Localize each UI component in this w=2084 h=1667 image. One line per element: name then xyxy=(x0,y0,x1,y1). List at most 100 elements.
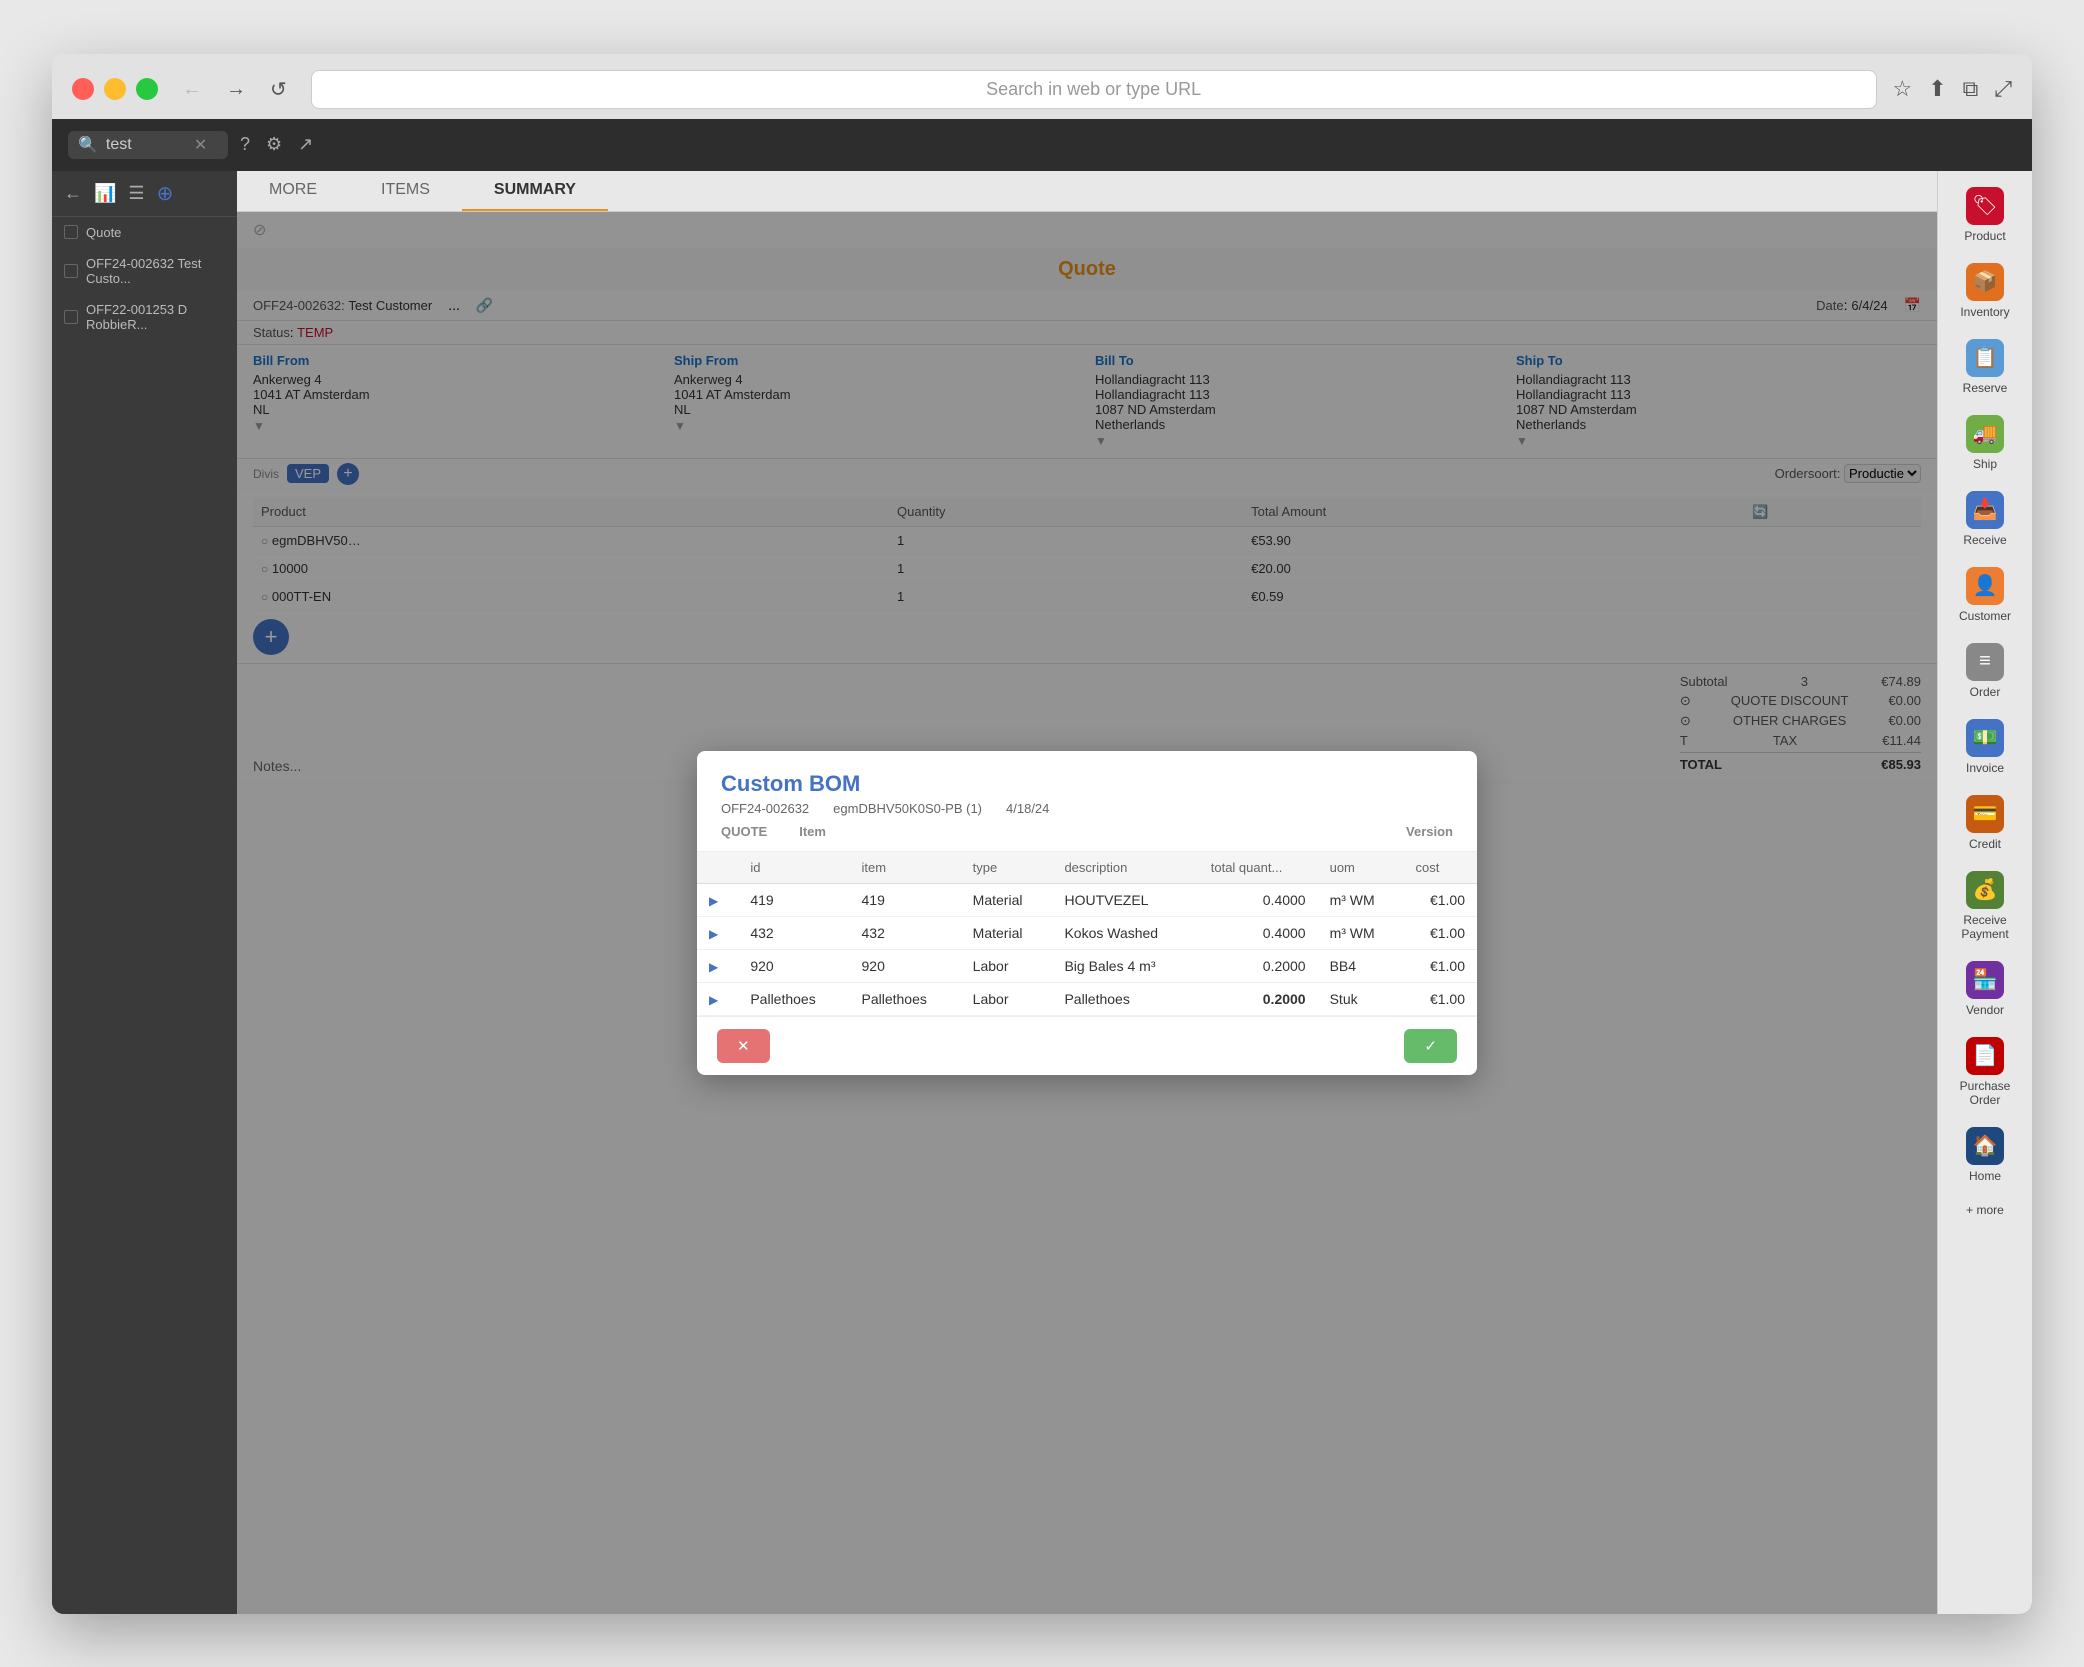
product-icon: 🏷 xyxy=(1966,187,2004,225)
purchase-order-icon: 📄 xyxy=(1966,1037,2004,1075)
bom-row[interactable]: ▶ 419 419 Material HOUTVEZEL 0.4000 m³ W… xyxy=(697,883,1477,916)
modal-meta-row: QUOTE Item Version xyxy=(721,824,1453,839)
item2-checkbox[interactable] xyxy=(64,310,78,324)
sidebar-list-button[interactable]: ☰ xyxy=(128,183,144,204)
sidebar-item-1[interactable]: OFF24-002632 Test Custo... xyxy=(52,248,237,294)
expand-icon[interactable]: ↗ xyxy=(298,134,313,155)
home-icon: 🏠 xyxy=(1966,1127,2004,1165)
share-button[interactable]: ⬆ xyxy=(1928,76,1946,102)
sidebar-back-button[interactable]: ← xyxy=(64,183,82,204)
customer-icon: 👤 xyxy=(1966,567,2004,605)
sidebar-item-product[interactable]: 🏷 Product xyxy=(1943,179,2027,251)
modal-header: Custom BOM OFF24-002632 egmDBHV50K0S0-PB… xyxy=(697,751,1477,852)
nav-buttons: ← → ↺ xyxy=(174,73,295,106)
col-expand xyxy=(697,852,738,884)
address-placeholder: Search in web or type URL xyxy=(986,79,1201,100)
reload-button[interactable]: ↺ xyxy=(262,73,295,106)
bom-row[interactable]: ▶ Pallethoes Pallethoes Labor Pallethoes… xyxy=(697,982,1477,1015)
search-icon: 🔍 xyxy=(78,135,98,155)
minimize-button[interactable] xyxy=(104,78,126,100)
reserve-icon: 📋 xyxy=(1966,339,2004,377)
modal-table: id item type description total quant... … xyxy=(697,852,1477,1016)
expand-icon[interactable]: ▶ xyxy=(709,927,718,941)
col-uom: uom xyxy=(1318,852,1404,884)
sidebar-item-ship[interactable]: 🚚 Ship xyxy=(1943,407,2027,479)
right-sidebar: 🏷 Product 📦 Inventory 📋 Reserve 🚚 Ship 📥 xyxy=(1937,171,2032,1614)
custom-bom-modal: Custom BOM OFF24-002632 egmDBHV50K0S0-PB… xyxy=(697,751,1477,1075)
app-container: 🔍 ✕ ? ⚙ ↗ ← 📊 ☰ ⊕ xyxy=(52,119,2032,1614)
sidebar-item-credit[interactable]: 💳 Credit xyxy=(1943,787,2027,859)
top-actions: ? ⚙ ↗ xyxy=(240,134,313,155)
clear-search-button[interactable]: ✕ xyxy=(194,135,207,155)
order-icon: ≡ xyxy=(1966,643,2004,681)
modal-title: Custom BOM xyxy=(721,771,1453,797)
inventory-icon: 📦 xyxy=(1966,263,2004,301)
browser-actions: ☆ ⬆ ⧉ ⤢ xyxy=(1893,76,2013,102)
bom-row[interactable]: ▶ 432 432 Material Kokos Washed 0.4000 m… xyxy=(697,916,1477,949)
col-item: item xyxy=(850,852,961,884)
receive-icon: 📥 xyxy=(1966,491,2004,529)
main-layout: ← 📊 ☰ ⊕ Quote OFF24-002632 Test Custo... xyxy=(52,171,2032,1614)
sidebar-list: Quote OFF24-002632 Test Custo... OFF22-0… xyxy=(52,217,237,1614)
sidebar-item-receive-payment[interactable]: 💰 Receive Payment xyxy=(1943,863,2027,949)
expand-icon[interactable]: ▶ xyxy=(709,894,718,908)
sidebar-item-order[interactable]: ≡ Order xyxy=(1943,635,2027,707)
tab-items[interactable]: ITEMS xyxy=(349,171,462,211)
col-cost: cost xyxy=(1404,852,1477,884)
confirm-button[interactable]: ✓ xyxy=(1404,1029,1457,1063)
sidebar-item-2[interactable]: OFF22-001253 D RobbieR... xyxy=(52,294,237,340)
bom-row[interactable]: ▶ 920 920 Labor Big Bales 4 m³ 0.2000 BB… xyxy=(697,949,1477,982)
sidebar-item-invoice[interactable]: 💵 Invoice xyxy=(1943,711,2027,783)
maximize-button[interactable] xyxy=(136,78,158,100)
tab-more[interactable]: MORE xyxy=(237,171,349,211)
modal-footer: ✕ ✓ xyxy=(697,1016,1477,1075)
browser-chrome: ← → ↺ Search in web or type URL ☆ ⬆ ⧉ ⤢ xyxy=(52,54,2032,119)
sidebar-toolbar: ← 📊 ☰ ⊕ xyxy=(52,171,237,217)
sidebar-item-receive[interactable]: 📥 Receive xyxy=(1943,483,2027,555)
settings-icon[interactable]: ⚙ xyxy=(266,134,282,155)
invoice-icon: 💵 xyxy=(1966,719,2004,757)
tab-summary[interactable]: SUMMARY xyxy=(462,171,608,211)
address-bar[interactable]: Search in web or type URL xyxy=(311,70,1877,109)
col-id: id xyxy=(738,852,849,884)
sidebar-item-inventory[interactable]: 📦 Inventory xyxy=(1943,255,2027,327)
cancel-button[interactable]: ✕ xyxy=(717,1029,770,1063)
forward-button[interactable]: → xyxy=(218,74,254,105)
sidebar-item-more[interactable]: + more xyxy=(1943,1195,2027,1225)
quote-content: ⊘ Quote OFF24-002632: Test Customer ... … xyxy=(237,212,1937,1614)
back-button[interactable]: ← xyxy=(174,74,210,105)
vendor-icon: 🏪 xyxy=(1966,961,2004,999)
sidebar-item-vendor[interactable]: 🏪 Vendor xyxy=(1943,953,2027,1025)
fullscreen-button[interactable]: ⤢ xyxy=(1994,76,2012,102)
expand-icon[interactable]: ▶ xyxy=(709,993,718,1007)
header-checkbox[interactable] xyxy=(64,225,78,239)
sidebar-item-customer[interactable]: 👤 Customer xyxy=(1943,559,2027,631)
modal-overlay: Custom BOM OFF24-002632 egmDBHV50K0S0-PB… xyxy=(237,212,1937,1614)
sidebar-item-reserve[interactable]: 📋 Reserve xyxy=(1943,331,2027,403)
browser-window: ← → ↺ Search in web or type URL ☆ ⬆ ⧉ ⤢ … xyxy=(52,54,2032,1614)
sidebar-header-quote: Quote xyxy=(52,217,237,248)
item1-checkbox[interactable] xyxy=(64,264,78,278)
sidebar-item-home[interactable]: 🏠 Home xyxy=(1943,1119,2027,1191)
sidebar-add-button[interactable]: ⊕ xyxy=(157,181,174,206)
help-icon[interactable]: ? xyxy=(240,134,250,155)
top-bar: 🔍 ✕ ? ⚙ ↗ xyxy=(52,119,2032,171)
traffic-lights xyxy=(72,78,158,100)
bookmark-button[interactable]: ☆ xyxy=(1893,76,1913,102)
ship-icon: 🚚 xyxy=(1966,415,2004,453)
content-area: MORE ITEMS SUMMARY ⊘ xyxy=(237,171,1937,1614)
col-description: description xyxy=(1052,852,1198,884)
receive-payment-icon: 💰 xyxy=(1966,871,2004,909)
sidebar-chart-button[interactable]: 📊 xyxy=(94,183,116,204)
col-total-quant: total quant... xyxy=(1199,852,1318,884)
search-area: 🔍 ✕ xyxy=(68,131,228,159)
sidebar-item-purchase-order[interactable]: 📄 Purchase Order xyxy=(1943,1029,2027,1115)
close-button[interactable] xyxy=(72,78,94,100)
quote-tabs: MORE ITEMS SUMMARY xyxy=(237,171,1937,212)
expand-icon[interactable]: ▶ xyxy=(709,960,718,974)
search-input[interactable] xyxy=(106,136,186,154)
modal-body: id item type description total quant... … xyxy=(697,852,1477,1016)
col-type: type xyxy=(961,852,1053,884)
duplicate-button[interactable]: ⧉ xyxy=(1963,76,1979,102)
credit-icon: 💳 xyxy=(1966,795,2004,833)
